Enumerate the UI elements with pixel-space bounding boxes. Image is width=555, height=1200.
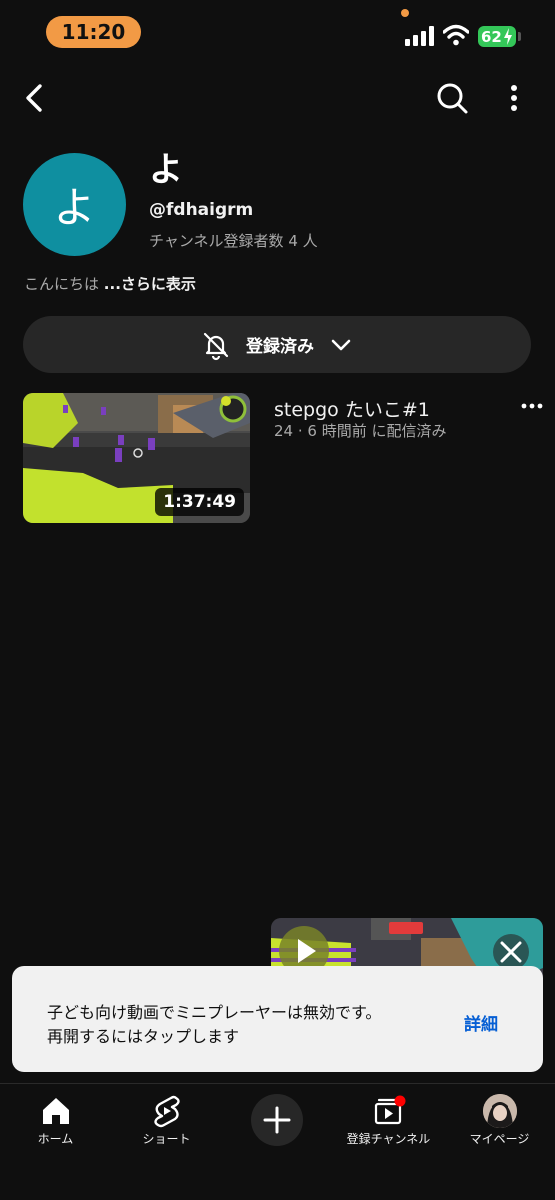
more-vert-icon[interactable] (498, 78, 530, 118)
nav-home[interactable]: ホーム (0, 1084, 111, 1154)
status-bar: 11:20 62 (0, 0, 555, 66)
battery-tip (518, 32, 521, 41)
channel-handle: @fdhaigrm (149, 200, 254, 220)
privacy-indicator-dot (401, 9, 409, 17)
channel-name: よ (149, 150, 183, 190)
miniplayer-disabled-toast[interactable]: 子ども向け動画でミニプレーヤーは無効です。 再開するにはタップします 詳細 (12, 966, 543, 1072)
video-duration: 1:37:49 (155, 488, 244, 516)
battery-indicator: 62 (478, 26, 516, 47)
create-button[interactable] (251, 1094, 303, 1146)
nav-my-page[interactable]: マイページ (444, 1084, 555, 1154)
video-more-icon[interactable] (521, 399, 543, 413)
close-icon (500, 941, 522, 963)
nav-home-label: ホーム (37, 1132, 74, 1146)
toast-details-button[interactable]: 詳細 (464, 1010, 498, 1035)
notifications-off-icon (203, 332, 229, 360)
description-text: こんにちは (24, 275, 100, 293)
battery-level: 62 (481, 27, 502, 46)
wifi-icon (443, 24, 469, 46)
subscriber-count: チャンネル登録者数 4 人 (149, 232, 318, 250)
charging-bolt-icon (504, 28, 512, 45)
plus-icon (263, 1106, 291, 1134)
status-time: 11:20 (46, 16, 141, 48)
user-avatar-image (482, 1094, 517, 1128)
chevron-down-icon (331, 339, 351, 350)
top-nav (0, 70, 555, 126)
back-arrow-icon[interactable] (14, 78, 54, 118)
subscribed-button[interactable]: 登録済み (23, 316, 531, 373)
mini-player-close-button[interactable] (493, 934, 529, 970)
nav-shorts-label: ショート (142, 1132, 191, 1146)
channel-description[interactable]: こんにちは ...さらに表示 (24, 273, 196, 294)
toast-message-line1: 子ども向け動画でミニプレーヤーは無効です。 (47, 1003, 382, 1022)
search-icon[interactable] (432, 78, 472, 118)
nav-shorts[interactable]: ショート (111, 1084, 222, 1154)
cellular-signal-icon (405, 26, 434, 46)
home-icon (42, 1098, 69, 1124)
user-avatar (482, 1094, 517, 1128)
toast-message-line2: 再開するにはタップします (47, 1027, 240, 1046)
video-thumbnail[interactable]: 1:37:49 (23, 393, 250, 523)
show-more-link[interactable]: ...さらに表示 (104, 275, 196, 293)
nav-subscriptions[interactable]: 登録チャンネル (333, 1084, 444, 1154)
shorts-icon (153, 1095, 180, 1128)
channel-avatar[interactable]: よ (23, 153, 126, 256)
video-title[interactable]: stepgo たいこ#1 (274, 395, 430, 422)
subscribed-label: 登録済み (246, 337, 314, 357)
video-list-item[interactable]: 1:37:49 stepgo たいこ#1 24 · 6 時間前 に配信済み (23, 393, 548, 525)
nav-subscriptions-label: 登録チャンネル (346, 1132, 431, 1146)
bottom-nav: ホーム ショート 登録チャンネル マイページ (0, 1083, 555, 1200)
video-meta: 24 · 6 時間前 に配信済み (274, 422, 447, 440)
nav-my-page-label: マイページ (469, 1132, 530, 1146)
subscriptions-icon (374, 1095, 405, 1125)
